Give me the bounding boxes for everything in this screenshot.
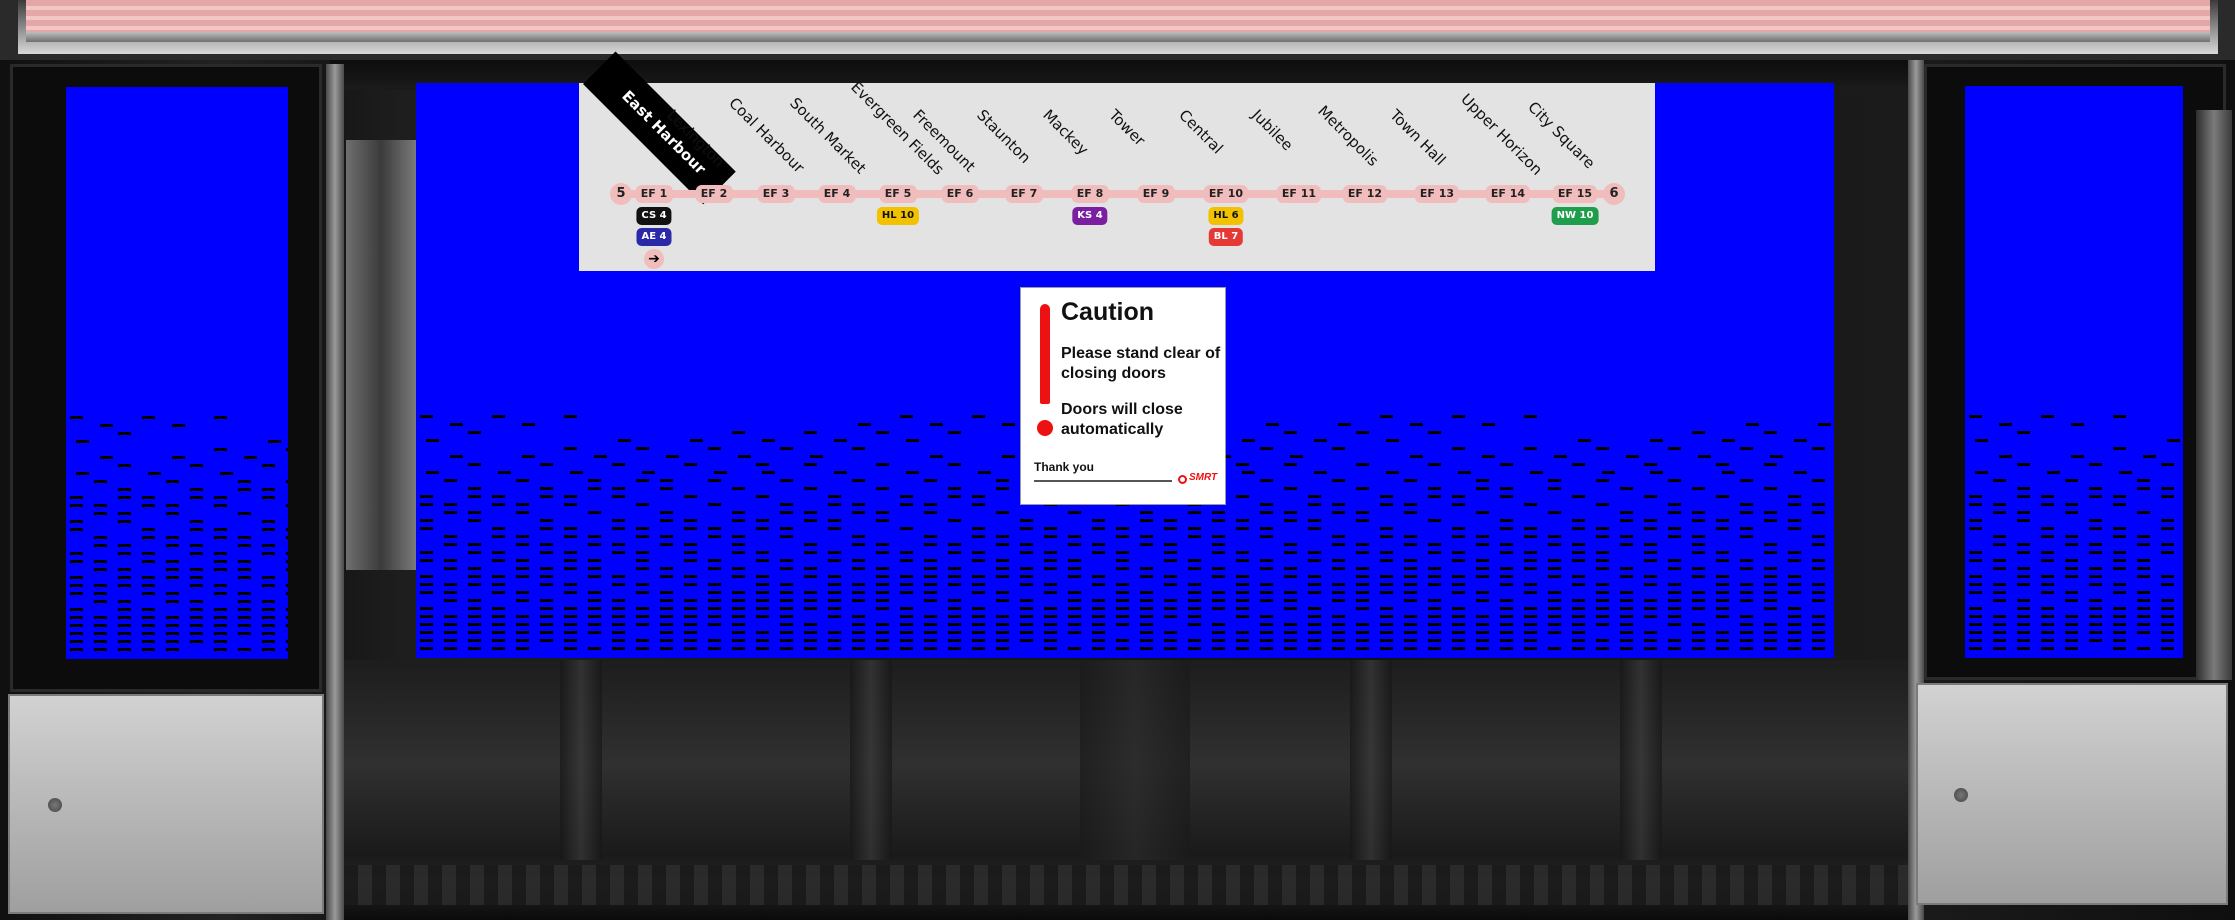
transfer-line-badge: HL 6	[1208, 207, 1244, 225]
station-code-badge: EF 3	[757, 185, 795, 203]
caution-sign: Caution Please stand clear of closing do…	[1020, 287, 1226, 505]
cabinet-knob[interactable]	[48, 798, 62, 812]
canopy-trim	[26, 32, 2210, 42]
transfer-line-badge: AE 4	[636, 228, 672, 246]
operator-logo-icon	[1178, 475, 1187, 484]
exclamation-dot-icon	[1037, 420, 1053, 436]
line-end-right: 6	[1603, 183, 1625, 205]
station-code-badge: EF 14	[1485, 185, 1531, 203]
station-code-badge: EF 1	[635, 185, 673, 203]
station-code-badge: EF 5	[879, 185, 917, 203]
platform-pillar	[1350, 660, 1392, 860]
caution-line-doors-close: Doors will close automatically	[1061, 401, 1183, 438]
caution-title: Caution	[1061, 298, 1155, 326]
left-platform-screen-door	[66, 87, 288, 659]
station-code-badge: EF 2	[695, 185, 733, 203]
operator-logo: SMRT	[1189, 472, 1218, 483]
station-code-badge: EF 13	[1414, 185, 1460, 203]
transfer-line-badge: CS 4	[636, 207, 672, 225]
left-side-panel	[346, 140, 416, 570]
station-code-badge: EF 15	[1552, 185, 1598, 203]
caution-thanks: Thank you	[1034, 460, 1095, 474]
station-code-badge: EF 9	[1137, 185, 1175, 203]
station-code-badge: EF 11	[1276, 185, 1322, 203]
transfer-line-badge: KS 4	[1072, 207, 1108, 225]
right-platform-screen-door	[1965, 86, 2183, 658]
left-metal-post	[326, 64, 344, 920]
transfer-line-badge: NW 10	[1551, 207, 1599, 225]
station-code-badge: EF 8	[1071, 185, 1109, 203]
station-code-badge: EF 10	[1203, 185, 1249, 203]
arrow-right-icon: ➔	[644, 249, 664, 269]
platform-pillar	[1620, 660, 1662, 860]
station-code-badge: EF 6	[941, 185, 979, 203]
platform-pillar	[560, 660, 602, 860]
caution-line-stand-clear: Please stand clear of closing doors	[1061, 345, 1221, 382]
station-code-badge: EF 7	[1005, 185, 1043, 203]
left-door-pattern	[70, 416, 288, 651]
right-side-panel	[2196, 110, 2232, 680]
exclamation-icon	[1040, 304, 1050, 404]
station-code-badge: EF 4	[818, 185, 856, 203]
transfer-line-badge: BL 7	[1208, 228, 1244, 246]
caution-divider	[1034, 480, 1172, 482]
cabinet-knob[interactable]	[1954, 788, 1968, 802]
transfer-line-badge: HL 10	[876, 207, 920, 225]
track-rail	[330, 865, 1910, 905]
station-code-badge: EF 12	[1342, 185, 1388, 203]
platform-pillar	[850, 660, 892, 860]
line-end-left: 5	[610, 183, 632, 205]
platform-pillar	[1080, 660, 1190, 860]
right-door-pattern	[1969, 415, 2180, 650]
canopy-light-panel	[26, 0, 2210, 32]
